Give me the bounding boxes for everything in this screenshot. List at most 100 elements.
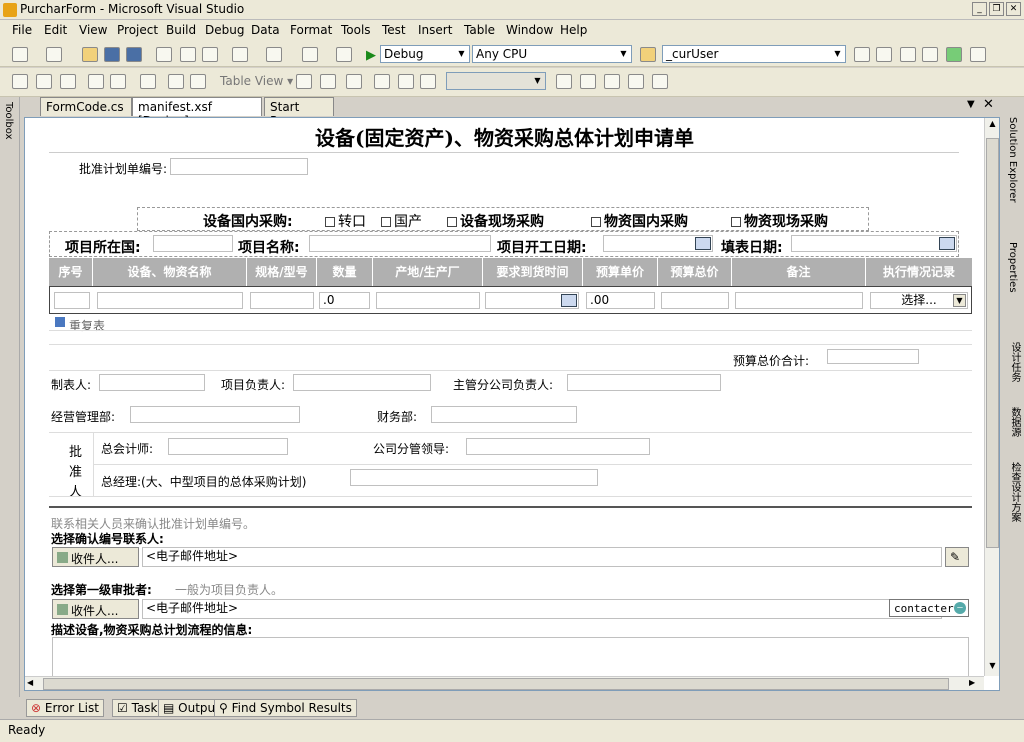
recipient-button[interactable]: 收件人... [52, 547, 139, 567]
open-icon[interactable] [82, 47, 98, 62]
ops-field[interactable] [130, 406, 300, 423]
option-equipment-onsite[interactable]: 设备现场采购 [447, 211, 544, 231]
menu-test[interactable]: Test [382, 23, 406, 37]
xml-icon[interactable] [628, 74, 644, 89]
cut-icon[interactable] [156, 47, 172, 62]
menu-window[interactable]: Window [506, 23, 553, 37]
copy-icon[interactable] [180, 47, 196, 62]
branch-head-field[interactable] [567, 374, 721, 391]
shading-icon[interactable] [556, 74, 572, 89]
contacter-control[interactable]: contacter – [889, 599, 969, 617]
remove-icon[interactable]: – [954, 602, 966, 614]
cell-origin[interactable] [376, 292, 480, 309]
confirm-contact-email[interactable]: <电子邮件地址> [142, 547, 942, 567]
distribute-icon[interactable] [420, 74, 436, 89]
describe-field[interactable] [52, 637, 969, 676]
checkbox-material-onsite[interactable] [731, 217, 741, 227]
option-domestic[interactable]: 国产 [381, 211, 422, 231]
calendar-icon[interactable] [939, 237, 955, 250]
recipient-button-2[interactable]: 收件人... [52, 599, 139, 619]
view-icon[interactable] [652, 74, 668, 89]
scroll-left-icon[interactable]: ◀ [27, 678, 33, 687]
gm-field[interactable] [350, 469, 598, 486]
tab-find-symbol-results[interactable]: ⚲ Find Symbol Results [214, 699, 357, 717]
close-button[interactable]: ✕ [1006, 2, 1021, 16]
row-height-icon[interactable] [374, 74, 390, 89]
finance-field[interactable] [431, 406, 577, 423]
borders-icon[interactable] [140, 74, 156, 89]
budget-total-field[interactable] [827, 349, 919, 364]
properties-tab[interactable]: Properties [1007, 242, 1018, 293]
data-source-tab[interactable]: 数据源 [1007, 407, 1022, 437]
option-transit[interactable]: 转口 [325, 211, 366, 231]
repeat-table-icon[interactable] [55, 317, 65, 327]
platform-combo[interactable]: Any CPU ▼ [472, 45, 632, 63]
cell-total-price[interactable] [661, 292, 729, 309]
restore-button[interactable]: ❐ [989, 2, 1004, 16]
fields-icon[interactable] [604, 74, 620, 89]
minimize-button[interactable]: _ [972, 2, 987, 16]
config-combo[interactable]: Debug ▼ [380, 45, 470, 63]
insert-layout-icon[interactable] [36, 74, 52, 89]
tab-start-page[interactable]: Start Page [264, 97, 334, 128]
tab-dropdown-icon[interactable]: ▼ [967, 99, 975, 110]
check-design-tab[interactable]: 检查设计方案 [1007, 462, 1022, 522]
properties-icon[interactable] [876, 47, 892, 62]
horizontal-scroll-thumb[interactable] [43, 678, 949, 690]
align-icon[interactable] [168, 74, 184, 89]
vp-field[interactable] [466, 438, 650, 455]
calendar-icon[interactable] [695, 237, 711, 250]
cell-arrival[interactable] [485, 292, 579, 309]
option-material-onsite[interactable]: 物资现场采购 [731, 211, 828, 231]
vertical-scrollbar[interactable]: ▲ ▼ [984, 118, 999, 676]
cell-spec[interactable] [250, 292, 314, 309]
pm-field[interactable] [293, 374, 431, 391]
new-project-icon[interactable] [12, 47, 28, 62]
start-page-icon[interactable] [946, 47, 962, 62]
navigate-icon[interactable] [302, 47, 318, 62]
checkbox-domestic[interactable] [381, 217, 391, 227]
add-item-icon[interactable] [46, 47, 62, 62]
format-icon[interactable] [580, 74, 596, 89]
preparer-field[interactable] [99, 374, 205, 391]
menu-file[interactable]: File [12, 23, 32, 37]
find-combo[interactable]: _curUser ▼ [662, 45, 846, 63]
start-debug-icon[interactable]: ▶ [366, 48, 376, 63]
design-tasks-tab[interactable]: 设计任务 [1007, 342, 1022, 382]
command-window-icon[interactable] [970, 47, 986, 62]
style-combo[interactable]: ▼ [446, 72, 546, 90]
vertical-scroll-thumb[interactable] [986, 138, 999, 548]
cell-unit-price[interactable]: .00 [586, 292, 655, 309]
status-select[interactable]: 选择... ▼ [870, 292, 968, 309]
cell-no[interactable] [54, 292, 90, 309]
country-field[interactable] [153, 235, 233, 252]
toolbox-tab[interactable]: Toolbox [3, 102, 14, 140]
menu-view[interactable]: View [79, 23, 107, 37]
cell-qty[interactable]: .0 [319, 292, 370, 309]
redo-icon[interactable] [266, 47, 282, 62]
chief-accountant-field[interactable] [168, 438, 288, 455]
insert-row-icon[interactable] [296, 74, 312, 89]
save-icon[interactable] [104, 47, 120, 62]
toolbox-icon[interactable] [922, 47, 938, 62]
start-date-field[interactable] [603, 235, 713, 252]
delete-table-icon[interactable] [88, 74, 104, 89]
text-icon[interactable] [190, 74, 206, 89]
menu-insert[interactable]: Insert [418, 23, 452, 37]
solution-explorer-tab[interactable]: Solution Explorer [1007, 117, 1018, 203]
first-approver-email[interactable]: <电子邮件地址> [142, 599, 942, 619]
paste-icon[interactable] [202, 47, 218, 62]
close-tab-icon[interactable]: ✕ [983, 97, 994, 112]
delete-row-icon[interactable] [346, 74, 362, 89]
project-name-field[interactable] [309, 235, 491, 252]
tab-formcode[interactable]: FormCode.cs [40, 97, 132, 116]
option-material-domestic[interactable]: 物资国内采购 [591, 211, 688, 231]
cell-name[interactable] [97, 292, 243, 309]
find-in-files-icon[interactable] [640, 47, 656, 62]
navigate-forward-icon[interactable] [336, 47, 352, 62]
undo-icon[interactable] [232, 47, 248, 62]
column-width-icon[interactable] [398, 74, 414, 89]
scroll-down-icon[interactable]: ▼ [986, 661, 999, 674]
checkbox-equipment-onsite[interactable] [447, 217, 457, 227]
split-cells-icon[interactable] [110, 74, 126, 89]
